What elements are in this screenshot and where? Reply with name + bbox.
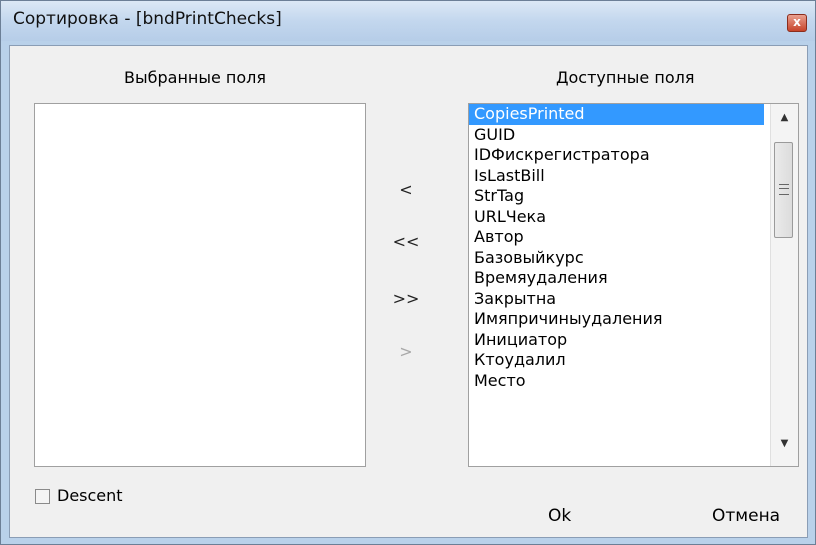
remove-all-button[interactable]: << xyxy=(391,229,421,255)
available-fields-header: Доступные поля xyxy=(556,68,695,87)
ok-button[interactable]: Ok xyxy=(548,506,571,526)
close-button[interactable]: x xyxy=(787,14,807,32)
available-fields-list[interactable]: CopiesPrinted GUID IDФискрегистратора IsLas… xyxy=(468,103,799,467)
scroll-down-arrow-icon[interactable]: ▼ xyxy=(771,438,798,460)
add-all-button[interactable]: >> xyxy=(391,286,421,312)
list-item[interactable]: GUID xyxy=(469,125,798,146)
grip-icon xyxy=(779,184,789,195)
list-item[interactable]: Закрытна xyxy=(469,289,798,310)
list-item[interactable]: IDФискрегистратора xyxy=(469,145,798,166)
list-item[interactable]: IsLastBill xyxy=(469,166,798,187)
available-items-container: CopiesPrinted GUID IDФискрегистратора IsLas… xyxy=(469,104,798,391)
list-item[interactable]: Место xyxy=(469,371,798,392)
remove-one-button[interactable]: < xyxy=(391,177,421,203)
list-item[interactable]: Инициатор xyxy=(469,330,798,351)
list-item[interactable]: Базовыйкурс xyxy=(469,248,798,269)
list-item[interactable]: Ктоудалил xyxy=(469,350,798,371)
descent-label: Descent xyxy=(57,486,123,505)
close-icon: x xyxy=(793,15,801,29)
list-item[interactable]: URLЧека xyxy=(469,207,798,228)
dialog-client-area: Выбранные поля Доступные поля CopiesPrin… xyxy=(9,45,808,538)
scroll-up-arrow-icon[interactable]: ▲ xyxy=(771,112,798,134)
cancel-button[interactable]: Отмена xyxy=(712,506,780,526)
descent-checkbox[interactable] xyxy=(35,489,50,504)
sort-dialog: Сортировка - [bndPrintChecks] x Выбранны… xyxy=(0,0,816,545)
list-item[interactable]: StrTag xyxy=(469,186,798,207)
list-item[interactable]: Имяпричиныудаления xyxy=(469,309,798,330)
vertical-scrollbar[interactable]: ▲ ▼ xyxy=(770,104,798,466)
list-item[interactable]: CopiesPrinted xyxy=(469,104,764,125)
title-bar[interactable]: Сортировка - [bndPrintChecks] x xyxy=(1,1,815,41)
selected-fields-header: Выбранные поля xyxy=(124,68,267,87)
list-item[interactable]: Времяудаления xyxy=(469,268,798,289)
selected-fields-list[interactable] xyxy=(34,103,366,467)
scrollbar-thumb[interactable] xyxy=(774,142,793,238)
list-item[interactable]: Автор xyxy=(469,227,798,248)
add-one-button[interactable]: > xyxy=(391,339,421,365)
window-title: Сортировка - [bndPrintChecks] xyxy=(13,9,282,29)
